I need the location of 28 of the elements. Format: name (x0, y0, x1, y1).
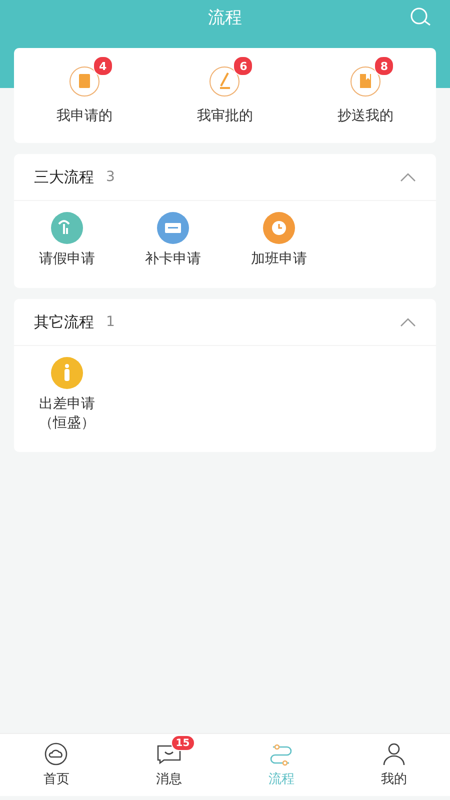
summary-item[interactable]: 8 抄送我的 (295, 48, 436, 143)
chevron-up-icon[interactable] (400, 172, 416, 182)
document-icon (68, 66, 100, 97)
flow-item[interactable]: 补卡申请 (120, 211, 226, 270)
chevron-up-icon[interactable] (400, 318, 416, 326)
section-count: 3 (106, 169, 116, 185)
nav-tab[interactable]: 15 消息 (112, 734, 225, 796)
count-badge: 6 (233, 56, 254, 76)
section-title: 其它流程 (34, 312, 94, 332)
flow-item[interactable]: 加班申请 (226, 211, 332, 270)
cloud-icon (44, 742, 68, 766)
count-badge: 15 (170, 735, 195, 751)
person-icon (382, 742, 406, 766)
nav-tab[interactable]: 我的 (338, 734, 450, 796)
section-count: 1 (106, 314, 116, 330)
pen-icon (209, 66, 240, 97)
search-icon[interactable] (410, 7, 432, 27)
summary-item[interactable]: 4 我申请的 (14, 48, 155, 143)
flow-item[interactable]: 出差申请（恒盛） (14, 356, 120, 434)
count-badge: 4 (92, 56, 113, 76)
flow-item[interactable]: 请假申请 (14, 211, 120, 270)
section-title: 三大流程 (34, 168, 94, 186)
flow-icon (269, 742, 294, 766)
summary-item[interactable]: 6 我审批的 (154, 48, 296, 143)
nav-tab[interactable]: 首页 (0, 734, 112, 796)
count-badge: 8 (374, 56, 394, 76)
page-title: 流程 (208, 7, 242, 29)
book-icon (350, 66, 382, 97)
